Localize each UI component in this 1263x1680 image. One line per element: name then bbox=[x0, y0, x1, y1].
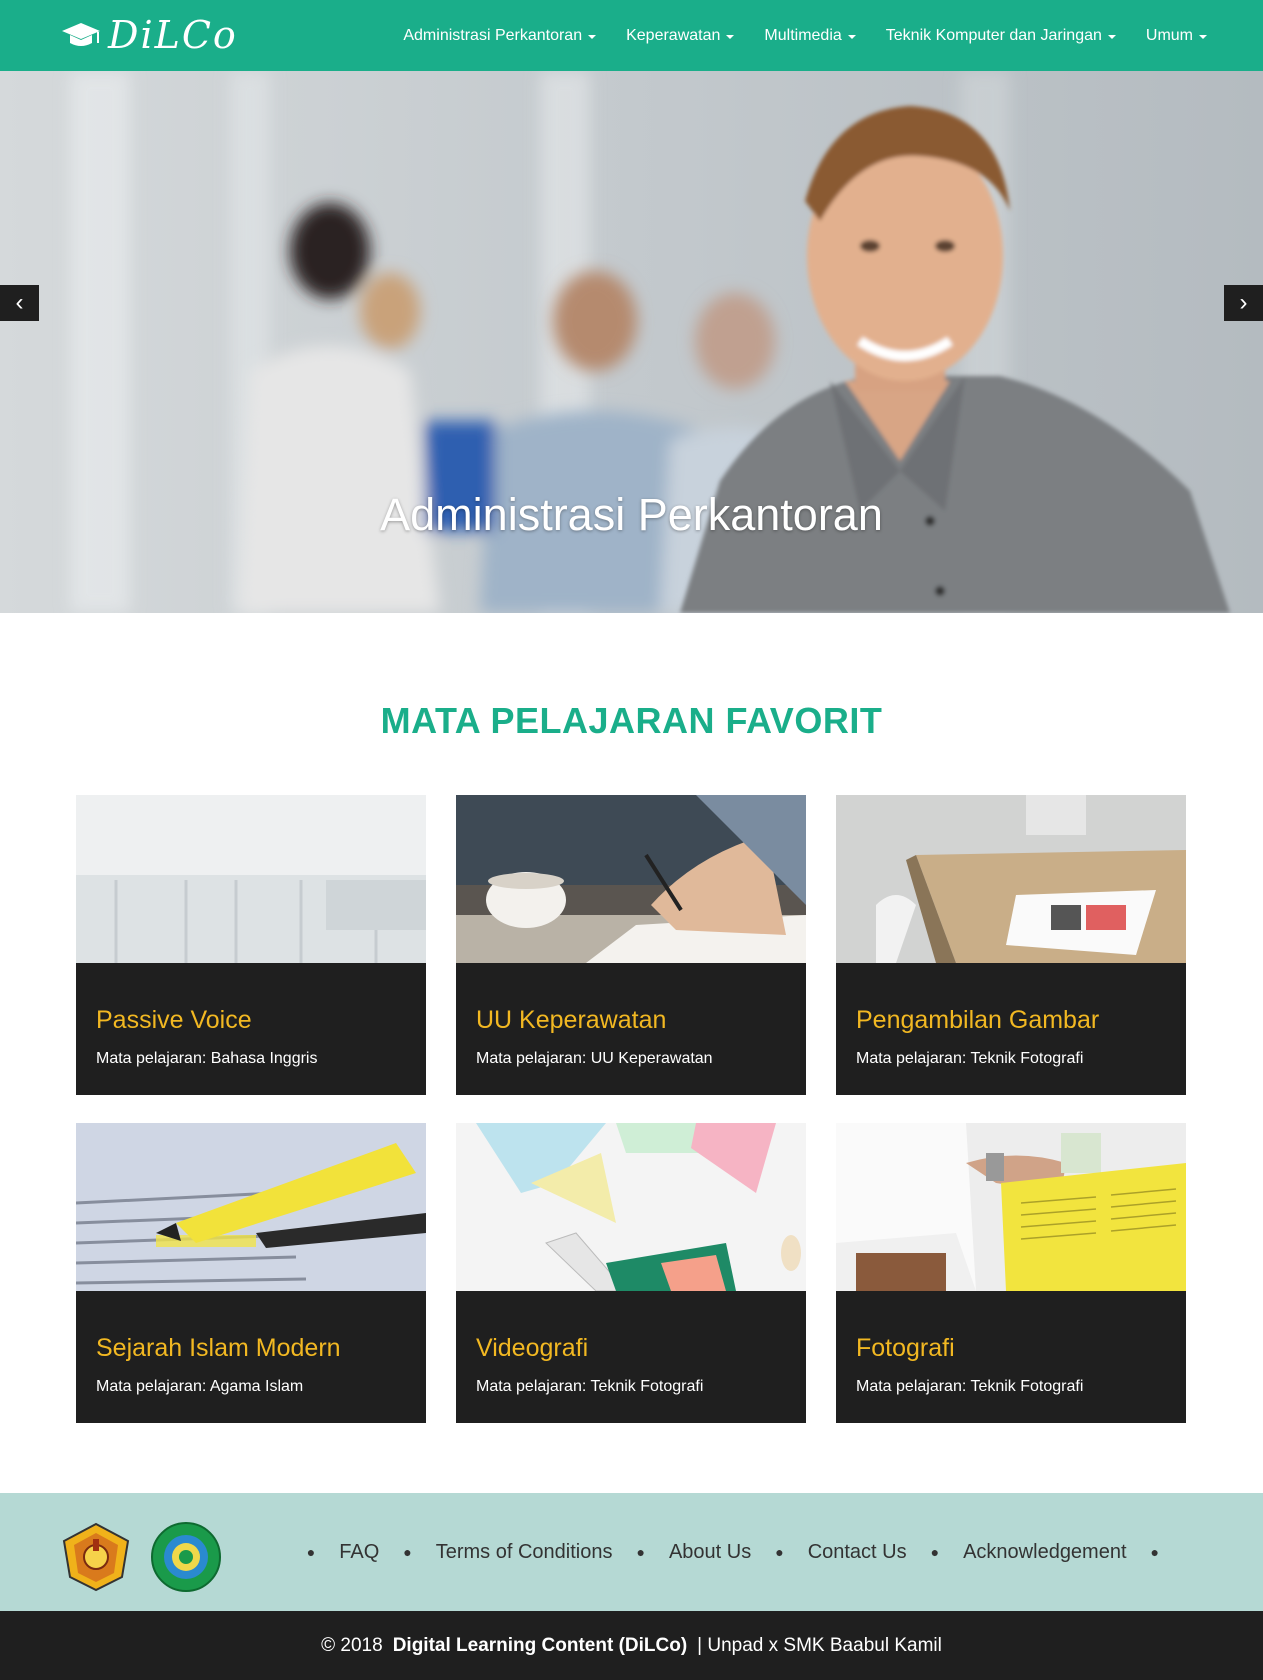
carousel-next-button[interactable]: › bbox=[1224, 285, 1263, 321]
footer-bullet: ● bbox=[306, 1544, 316, 1560]
nav-item-administrasi-perkantoran[interactable]: Administrasi Perkantoran bbox=[403, 26, 597, 45]
footer-bullet: ● bbox=[775, 1544, 784, 1560]
nav-item-label: Administrasi Perkantoran bbox=[403, 26, 583, 44]
card-image bbox=[456, 1123, 806, 1291]
card-image bbox=[456, 795, 806, 963]
card-title: Videografi bbox=[476, 1334, 589, 1362]
main-menu: Administrasi Perkantoran Keperawatan Mul… bbox=[373, 0, 1207, 71]
footer-link-about[interactable]: About Us bbox=[669, 1541, 751, 1564]
course-card[interactable]: Pengambilan Gambar Mata pelajaran: Tekni… bbox=[836, 795, 1186, 1095]
brand-name: DiLCo bbox=[108, 13, 238, 57]
course-card[interactable]: Fotografi Mata pelajaran: Teknik Fotogra… bbox=[836, 1123, 1186, 1423]
footer-link-label[interactable]: Contact Us bbox=[808, 1541, 907, 1563]
caret-down-icon bbox=[588, 34, 597, 39]
card-subtitle: Mata pelajaran: Teknik Fotografi bbox=[856, 1050, 1084, 1067]
hero-carousel: ‹ › Administrasi Perkantoran bbox=[0, 71, 1263, 613]
card-title: Pengambilan Gambar bbox=[856, 1006, 1100, 1034]
footer-bullet: ● bbox=[930, 1544, 940, 1560]
card-image bbox=[836, 795, 1186, 963]
nav-item-teknik-komputer[interactable]: Teknik Komputer dan Jaringan bbox=[886, 27, 1116, 45]
footer-link-label[interactable]: About Us bbox=[669, 1541, 751, 1563]
nav-item-label: Multimedia bbox=[764, 26, 842, 44]
nav-item-label: Teknik Komputer dan Jaringan bbox=[885, 26, 1102, 44]
nav-item-label: Umum bbox=[1145, 26, 1193, 44]
nav-item-multimedia[interactable]: Multimedia bbox=[764, 26, 856, 45]
copyright-prefix: © 2018 bbox=[321, 1634, 383, 1656]
copyright-suffix: | Unpad x SMK Baabul Kamil bbox=[697, 1634, 942, 1656]
footer-link-contact[interactable]: Contact Us bbox=[808, 1541, 907, 1564]
smk-baabul-kamil-logo bbox=[151, 1522, 221, 1592]
course-card[interactable]: Sejarah Islam Modern Mata pelajaran: Aga… bbox=[76, 1123, 426, 1423]
footer-nav: ● FAQ ● Terms of Conditions ● About Us ●… bbox=[283, 1493, 1183, 1611]
card-title: Fotografi bbox=[856, 1334, 955, 1362]
card-title: Sejarah Islam Modern bbox=[96, 1334, 341, 1362]
copyright-bar: © 2018 Digital Learning Content (DiLCo) … bbox=[0, 1611, 1263, 1680]
card-subtitle: Mata pelajaran: UU Keperawatan bbox=[476, 1050, 713, 1067]
card-image bbox=[76, 795, 426, 963]
graduation-cap-icon bbox=[62, 23, 100, 46]
section-title: MATA PELAJARAN FAVORIT bbox=[380, 700, 883, 741]
caret-down-icon bbox=[1107, 34, 1116, 39]
footer-link-terms[interactable]: Terms of Conditions bbox=[436, 1541, 613, 1564]
nav-item-umum[interactable]: Umum bbox=[1146, 27, 1207, 45]
card-image bbox=[836, 1123, 1186, 1291]
top-navbar: DiLCo Administrasi Perkantoran Keperawat… bbox=[0, 0, 1263, 71]
footer-bullet: ● bbox=[636, 1544, 645, 1560]
footer-link-label[interactable]: Terms of Conditions bbox=[436, 1541, 613, 1563]
footer-bullet: ● bbox=[1150, 1544, 1159, 1560]
nav-item-label: Keperawatan bbox=[626, 26, 721, 44]
footer-link-acknowledgement[interactable]: Acknowledgement bbox=[963, 1541, 1126, 1564]
nav-item-keperawatan[interactable]: Keperawatan bbox=[626, 26, 735, 45]
caret-down-icon bbox=[726, 34, 735, 39]
footer-link-faq[interactable]: FAQ bbox=[339, 1541, 379, 1564]
card-subtitle: Mata pelajaran: Agama Islam bbox=[96, 1378, 304, 1395]
card-subtitle: Mata pelajaran: Teknik Fotografi bbox=[476, 1378, 704, 1395]
card-subtitle: Mata pelajaran: Bahasa Inggris bbox=[96, 1050, 318, 1067]
card-subtitle: Mata pelajaran: Teknik Fotografi bbox=[856, 1378, 1084, 1395]
course-card[interactable]: UU Keperawatan Mata pelajaran: UU Kepera… bbox=[456, 795, 806, 1095]
hero-caption: Administrasi Perkantoran bbox=[380, 489, 883, 540]
card-title: Passive Voice bbox=[96, 1006, 252, 1034]
copyright-site-name: Digital Learning Content (DiLCo) bbox=[392, 1634, 688, 1656]
carousel-prev-button[interactable]: ‹ bbox=[0, 285, 39, 321]
footer-link-label[interactable]: FAQ bbox=[339, 1541, 379, 1563]
footer-links-bar: ● FAQ ● Terms of Conditions ● About Us ●… bbox=[0, 1493, 1263, 1611]
card-image bbox=[76, 1123, 426, 1291]
caret-down-icon bbox=[1199, 34, 1207, 39]
footer-bullet: ● bbox=[403, 1544, 412, 1560]
course-card[interactable]: Videografi Mata pelajaran: Teknik Fotogr… bbox=[456, 1123, 806, 1423]
caret-down-icon bbox=[847, 34, 856, 39]
footer-link-label[interactable]: Acknowledgement bbox=[963, 1541, 1126, 1563]
brand-logo[interactable]: DiLCo bbox=[60, 12, 238, 58]
card-title: UU Keperawatan bbox=[476, 1006, 667, 1034]
unpad-logo bbox=[62, 1522, 130, 1592]
course-card[interactable]: Passive Voice Mata pelajaran: Bahasa Ing… bbox=[76, 795, 426, 1095]
